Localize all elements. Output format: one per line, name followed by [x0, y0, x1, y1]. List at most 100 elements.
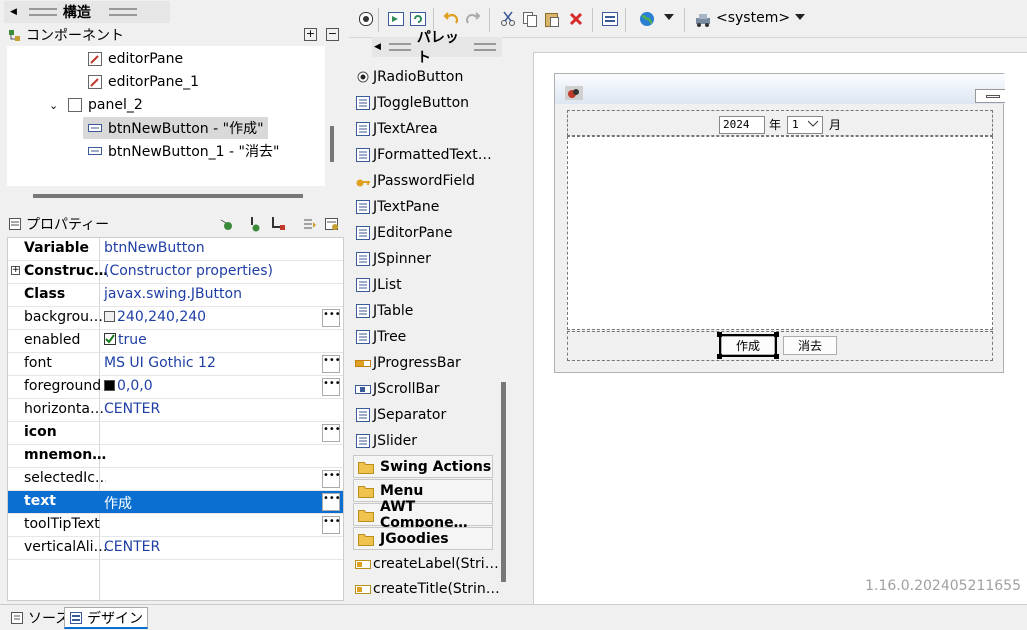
convert-local-icon[interactable] — [270, 216, 286, 232]
goto-definition-icon[interactable] — [248, 216, 262, 232]
property-value[interactable]: (Constructor properties) — [104, 263, 273, 279]
property-value[interactable]: MS UI Gothic 12 — [104, 355, 216, 371]
drag-grip-icon[interactable] — [108, 8, 137, 16]
ellipsis-button[interactable]: ••• — [322, 516, 341, 534]
property-row[interactable]: toolTipText ••• — [8, 514, 343, 537]
show-events-icon[interactable] — [219, 217, 233, 231]
chevron-down-icon[interactable]: ⌄ — [49, 99, 63, 112]
tree-item-panel-2[interactable]: ⌄ panel_2 — [49, 94, 143, 116]
palette-factory-item[interactable]: createLabel(Stri… — [355, 551, 499, 577]
panel-2[interactable] — [567, 331, 993, 361]
globe-icon[interactable] — [638, 10, 656, 28]
property-row[interactable]: Variable btnNewButton — [8, 238, 343, 261]
collapse-palette-icon[interactable]: ◀ — [374, 42, 381, 52]
clear-button[interactable]: 消去 — [783, 336, 837, 355]
chevron-down-icon[interactable] — [808, 120, 818, 128]
drag-grip-icon[interactable] — [474, 43, 496, 51]
drag-grip-icon[interactable] — [28, 8, 57, 16]
palette-item[interactable]: JEditorPane — [355, 220, 452, 246]
ellipsis-button[interactable]: ••• — [322, 424, 341, 442]
palette-item[interactable]: JTable — [355, 298, 413, 324]
palette-category[interactable]: AWT Compone… — [353, 499, 493, 531]
palette-item[interactable]: JToggleButton — [355, 90, 469, 116]
palette-item[interactable]: JScrollBar — [355, 376, 439, 402]
property-value[interactable]: javax.swing.JButton — [104, 286, 242, 302]
ellipsis-button[interactable]: ••• — [322, 355, 341, 373]
property-value[interactable]: CENTER — [104, 401, 160, 417]
ellipsis-button[interactable]: ••• — [322, 309, 341, 327]
property-row[interactable]: enabled true — [8, 330, 343, 353]
month-select[interactable]: 1 — [787, 116, 823, 134]
property-value[interactable]: 240,240,240 — [104, 309, 206, 325]
advanced-properties-icon[interactable] — [324, 216, 340, 232]
paste-icon[interactable] — [543, 10, 561, 28]
tree-item-btnnewbutton-1[interactable]: btnNewButton_1 - "消去" — [87, 140, 279, 162]
tab-order-icon[interactable] — [601, 10, 619, 28]
tree-horizontal-scrollbar[interactable] — [33, 194, 303, 198]
tree-vertical-scrollbar[interactable] — [330, 126, 334, 162]
design-canvas[interactable]: 2024 年 1 月 作成 消去 1.16.0.202405211655 — [533, 52, 1027, 604]
property-row[interactable]: horizonta… CENTER — [8, 399, 343, 422]
tab-design[interactable]: デザイン — [64, 607, 148, 629]
property-row[interactable]: mnemon… — [8, 445, 343, 468]
chevron-down-icon[interactable] — [664, 14, 682, 32]
property-row[interactable]: font MS UI Gothic 12 ••• — [8, 353, 343, 376]
palette-item[interactable]: JPasswordField — [355, 168, 475, 194]
minimize-icon[interactable] — [975, 89, 1005, 103]
palette-item[interactable]: JFormattedText… — [355, 142, 492, 168]
palette-item[interactable]: JSpinner — [355, 246, 431, 272]
property-value[interactable]: 作成 — [104, 493, 132, 513]
palette-scrollbar[interactable] — [501, 382, 506, 582]
collapse-left-icon[interactable]: ◀ — [10, 7, 17, 17]
expand-all-icon[interactable]: + — [304, 28, 317, 41]
property-value[interactable]: CENTER — [104, 539, 160, 555]
ellipsis-button[interactable]: ••• — [322, 470, 341, 488]
palette-item[interactable]: JTextPane — [355, 194, 439, 220]
selection-handle[interactable] — [774, 332, 779, 337]
property-row[interactable]: selectedIc… ••• — [8, 468, 343, 491]
palette-factory-item[interactable]: createTitle(Strin… — [355, 576, 500, 602]
delete-icon[interactable] — [567, 10, 585, 28]
palette-item[interactable]: JSlider — [355, 428, 417, 454]
tree-item-btnnewbutton[interactable]: btnNewButton - "作成" — [83, 117, 268, 139]
selection-handle[interactable] — [717, 332, 722, 337]
palette-item[interactable]: JTree — [355, 324, 406, 350]
ellipsis-button[interactable]: ••• — [322, 493, 341, 511]
expand-icon[interactable]: + — [11, 266, 20, 275]
collapse-all-icon[interactable]: − — [326, 28, 339, 41]
selection-handle[interactable] — [717, 354, 722, 359]
ellipsis-button[interactable]: ••• — [322, 378, 341, 396]
palette-item[interactable]: JRadioButton — [355, 64, 463, 90]
look-and-feel-label[interactable]: <system> — [716, 10, 790, 26]
editor-pane-area[interactable] — [567, 136, 993, 330]
property-row[interactable]: icon ••• — [8, 422, 343, 445]
create-button[interactable]: 作成 — [719, 334, 777, 357]
property-value[interactable]: true — [104, 332, 147, 348]
palette-item[interactable]: JProgressBar — [355, 350, 461, 376]
property-row[interactable]: verticalAli… CENTER — [8, 537, 343, 560]
palette-item[interactable]: JSeparator — [355, 402, 446, 428]
property-row[interactable]: Class javax.swing.JButton — [8, 284, 343, 307]
jframe-preview[interactable]: 2024 年 1 月 作成 消去 — [554, 73, 1005, 373]
property-row[interactable]: + Construc… (Constructor properties) — [8, 261, 343, 284]
palette-category[interactable]: Swing Actions — [353, 455, 493, 478]
properties-menu-icon[interactable] — [302, 216, 318, 232]
property-value[interactable]: 0,0,0 — [104, 378, 153, 394]
year-field[interactable]: 2024 — [719, 116, 765, 134]
tree-item-editorpane[interactable]: editorPane — [87, 48, 183, 70]
property-row[interactable]: backgrou… 240,240,240 ••• — [8, 307, 343, 330]
property-row[interactable]: foreground 0,0,0 ••• — [8, 376, 343, 399]
checkbox-checked-icon[interactable] — [104, 333, 116, 345]
copy-icon[interactable] — [521, 10, 539, 28]
component-tree[interactable]: editorPane editorPane_1 ⌄ panel_2 btnNew… — [7, 46, 334, 198]
selection-handle[interactable] — [774, 354, 779, 359]
chevron-down-icon[interactable] — [795, 14, 813, 32]
property-row[interactable]: text 作成 ••• — [8, 491, 343, 514]
palette-category[interactable]: JGoodies — [353, 527, 493, 550]
property-value[interactable]: btnNewButton — [104, 240, 205, 256]
properties-table[interactable]: Variable btnNewButton + Construc… (Construct… — [7, 237, 344, 602]
palette-item[interactable]: JTextArea — [355, 116, 438, 142]
look-and-feel-icon[interactable] — [695, 10, 713, 28]
drag-grip-icon[interactable] — [388, 43, 411, 51]
tree-item-editorpane-1[interactable]: editorPane_1 — [87, 71, 199, 93]
